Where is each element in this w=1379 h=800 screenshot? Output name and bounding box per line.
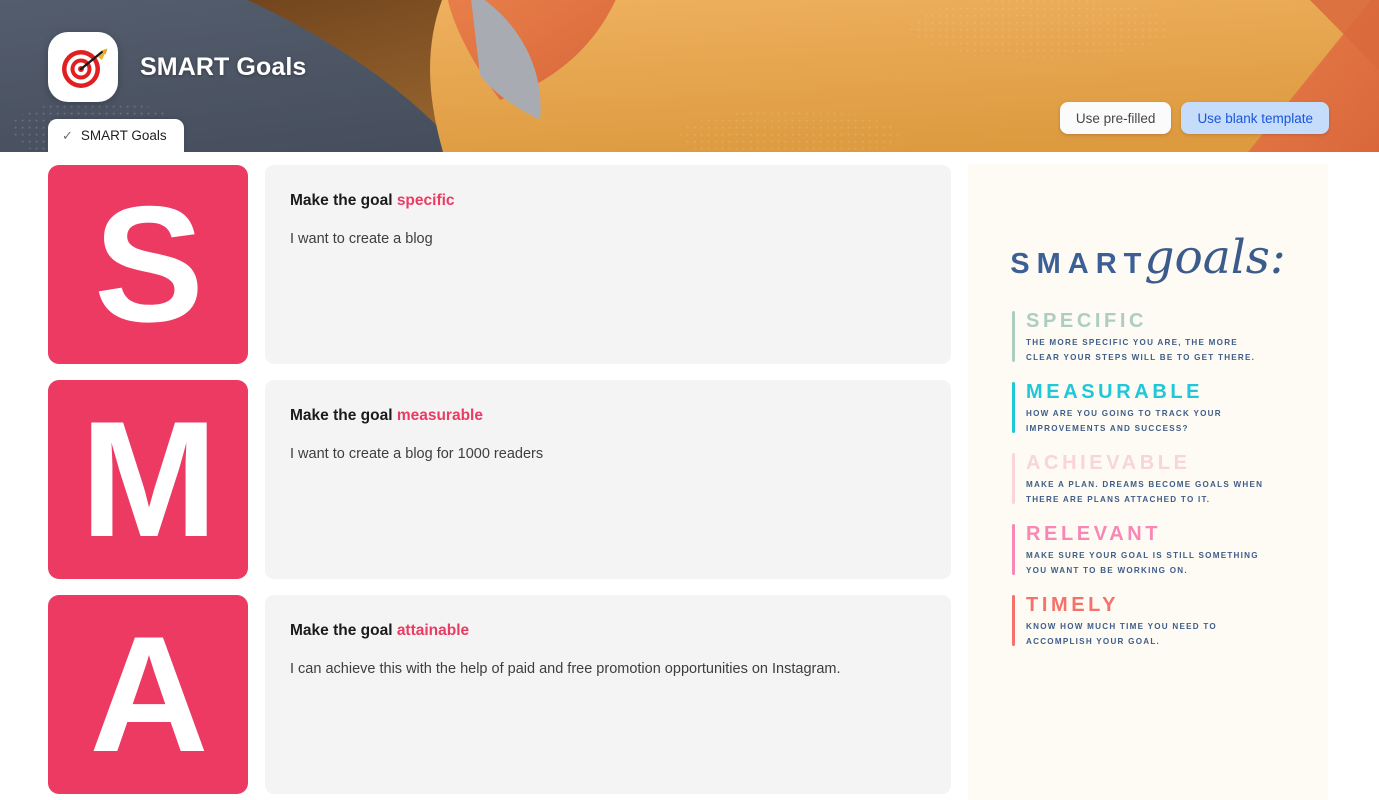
infographic-word: TIMELY <box>1026 593 1120 616</box>
infographic-desc-line: YOU WANT TO BE WORKING ON. <box>1026 565 1188 575</box>
goal-row: M Make the goal measurable I want to cre… <box>48 380 951 579</box>
goal-heading: Make the goal measurable <box>290 407 926 425</box>
check-icon: ✓ <box>62 128 73 143</box>
infographic-desc-line: MAKE SURE YOUR GOAL IS STILL SOMETHING <box>1026 550 1259 560</box>
target-dartboard-icon <box>62 48 108 88</box>
infographic-desc-line: THERE ARE PLANS ATTACHED TO IT. <box>1026 494 1211 504</box>
tab-label: SMART Goals <box>80 128 167 143</box>
infographic-word: SPECIFIC <box>1026 310 1148 332</box>
goal-heading-keyword: specific <box>396 192 455 209</box>
goal-heading-prefix: Make the goal <box>290 407 397 424</box>
infographic-word: MEASURABLE <box>1026 380 1204 403</box>
goal-card[interactable]: Make the goal measurable I want to creat… <box>265 380 951 579</box>
tab-smart-goals[interactable]: ✓ SMART Goals <box>48 119 184 152</box>
infographic-description: KNOW HOW MUCH TIME YOU NEED TO ACCOMPLIS… <box>1026 620 1294 650</box>
page-title: SMART Goals <box>140 52 307 81</box>
goals-list: S Make the goal specific I want to creat… <box>48 165 951 794</box>
infographic-desc-line: HOW ARE YOU GOING TO TRACK YOUR <box>1026 408 1222 418</box>
goal-answer-text[interactable]: I can achieve this with the help of paid… <box>290 659 926 679</box>
goal-answer-text[interactable]: I want to create a blog for 1000 readers <box>290 444 926 464</box>
goal-row: S Make the goal specific I want to creat… <box>48 165 951 364</box>
goal-card[interactable]: Make the goal specific I want to create … <box>265 165 951 364</box>
infographic-desc-line: THE MORE SPECIFIC YOU ARE, THE MORE <box>1026 338 1238 347</box>
header-action-buttons: Use pre-filled Use blank template <box>1059 102 1329 134</box>
infographic-word: RELEVANT <box>1026 522 1162 545</box>
goal-letter-tile: M <box>48 380 248 579</box>
infographic-desc-line: MAKE A PLAN. DREAMS BECOME GOALS WHEN <box>1026 479 1264 489</box>
goal-heading: Make the goal attainable <box>290 622 926 640</box>
infographic-block-specific: SPECIFIC THE MORE SPECIFIC YOU ARE, THE … <box>1012 309 1294 366</box>
goal-answer-text[interactable]: I want to create a blog <box>290 229 926 249</box>
infographic-title: SMART goals: <box>968 230 1328 285</box>
infographic-desc-line: ACCOMPLISH YOUR GOAL. <box>1026 636 1161 646</box>
use-prefilled-button[interactable]: Use pre-filled <box>1059 102 1172 134</box>
goal-letter-tile: S <box>48 165 248 364</box>
infographic-blocks: SPECIFIC THE MORE SPECIFIC YOU ARE, THE … <box>1012 309 1294 650</box>
goal-heading-keyword: measurable <box>396 407 483 424</box>
infographic-desc-line: IMPROVEMENTS AND SUCCESS? <box>1026 423 1189 433</box>
smart-goals-infographic: SMART goals: SPECIFIC THE MORE SPECIFIC … <box>968 164 1328 800</box>
goal-heading: Make the goal specific <box>290 192 926 210</box>
infographic-word: ACHIEVABLE <box>1026 451 1191 474</box>
infographic-description: MAKE SURE YOUR GOAL IS STILL SOMETHING Y… <box>1026 549 1294 579</box>
goal-heading-prefix: Make the goal <box>290 622 397 639</box>
infographic-description: HOW ARE YOU GOING TO TRACK YOUR IMPROVEM… <box>1026 407 1294 437</box>
goal-heading-prefix: Make the goal <box>290 192 397 209</box>
app-identity: SMART Goals <box>48 32 306 102</box>
infographic-title-smart: SMART <box>1010 248 1149 280</box>
use-blank-template-button[interactable]: Use blank template <box>1181 102 1329 134</box>
goal-heading-keyword: attainable <box>396 622 470 639</box>
tab-strip: ✓ SMART Goals <box>48 119 184 152</box>
infographic-description: THE MORE SPECIFIC YOU ARE, THE MORE CLEA… <box>1026 336 1294 366</box>
app-header-banner: SMART Goals ✓ SMART Goals Use pre-filled… <box>0 0 1379 152</box>
app-icon-tile <box>48 32 118 102</box>
infographic-block-achievable: ACHIEVABLE MAKE A PLAN. DREAMS BECOME GO… <box>1012 451 1294 508</box>
infographic-description: MAKE A PLAN. DREAMS BECOME GOALS WHEN TH… <box>1026 478 1294 508</box>
goal-letter-tile: A <box>48 595 248 794</box>
goal-card[interactable]: Make the goal attainable I can achieve t… <box>265 595 951 794</box>
page-body: S Make the goal specific I want to creat… <box>0 152 1379 800</box>
infographic-desc-line: CLEAR YOUR STEPS WILL BE TO GET THERE. <box>1026 352 1256 362</box>
infographic-desc-line: KNOW HOW MUCH TIME YOU NEED TO <box>1026 621 1217 631</box>
infographic-block-timely: TIMELY KNOW HOW MUCH TIME YOU NEED TO AC… <box>1012 593 1294 650</box>
infographic-block-measurable: MEASURABLE HOW ARE YOU GOING TO TRACK YO… <box>1012 380 1294 437</box>
infographic-title-goals: goals: <box>1144 230 1286 285</box>
goal-row: A Make the goal attainable I can achieve… <box>48 595 951 794</box>
infographic-block-relevant: RELEVANT MAKE SURE YOUR GOAL IS STILL SO… <box>1012 522 1294 579</box>
